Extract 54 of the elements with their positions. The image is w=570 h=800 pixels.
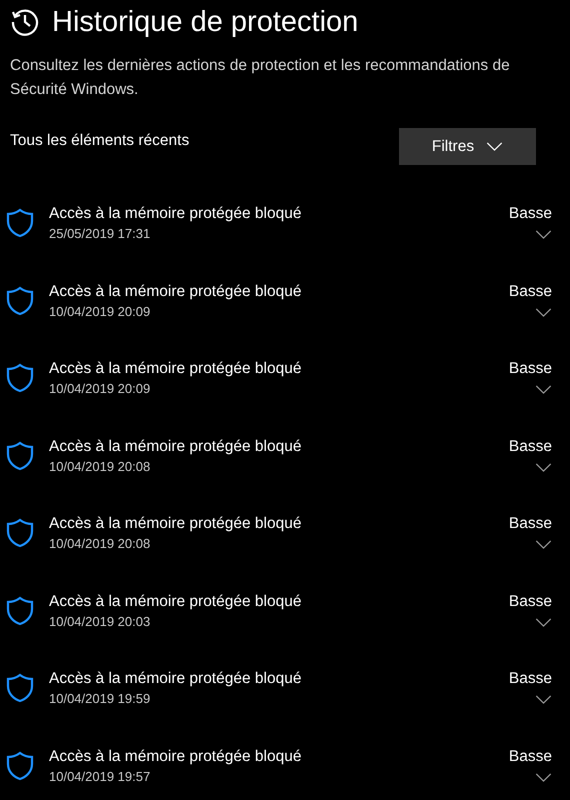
shield-icon xyxy=(6,596,34,626)
severity-label: Basse xyxy=(508,359,552,379)
event-title[interactable]: Accès à la mémoire protégée bloqué xyxy=(49,280,509,302)
severity-label: Basse xyxy=(508,592,552,612)
expand-button[interactable] xyxy=(535,540,552,549)
expand-button[interactable] xyxy=(535,385,552,394)
event-title[interactable]: Accès à la mémoire protégée bloqué xyxy=(49,203,509,225)
event-date: 10/04/2019 19:57 xyxy=(49,768,152,786)
expand-button[interactable] xyxy=(535,772,552,782)
expand-button[interactable] xyxy=(535,618,552,626)
severity-label: Basse xyxy=(508,282,552,302)
page-description: Consultez les dernières actions de protection et les recommandations de Sécurité Windows. xyxy=(9,56,511,100)
shield-icon xyxy=(6,750,34,780)
list-heading: Tous les éléments récents xyxy=(10,130,190,151)
shield-icon xyxy=(6,208,34,238)
severity-label: Basse xyxy=(508,436,552,456)
chevron-down-icon xyxy=(535,308,552,316)
event-title[interactable]: Accès à la mémoire protégée bloqué xyxy=(49,668,509,690)
event-date: 10/04/2019 20:09 xyxy=(49,380,152,398)
expand-button[interactable] xyxy=(535,308,552,316)
shield-icon xyxy=(6,518,34,548)
shield-icon xyxy=(6,440,34,470)
event-date: 10/04/2019 20:03 xyxy=(49,612,152,630)
expand-button[interactable] xyxy=(535,695,552,704)
page-title: Historique de protection xyxy=(52,5,358,40)
shield-icon xyxy=(6,363,34,393)
event-title[interactable]: Accès à la mémoire protégée bloqué xyxy=(49,746,509,768)
shield-icon xyxy=(6,673,34,703)
severity-label: Basse xyxy=(508,514,552,534)
expand-button[interactable] xyxy=(535,230,552,239)
event-date: 10/04/2019 19:59 xyxy=(49,690,152,708)
severity-label: Basse xyxy=(508,204,552,224)
event-date: 25/05/2019 17:31 xyxy=(49,225,152,243)
chevron-down-icon xyxy=(486,142,504,151)
chevron-down-icon xyxy=(535,230,552,239)
chevron-down-icon xyxy=(535,540,552,549)
shield-icon xyxy=(6,286,34,316)
chevron-down-icon xyxy=(535,618,552,626)
event-title[interactable]: Accès à la mémoire protégée bloqué xyxy=(49,590,509,612)
event-title[interactable]: Accès à la mémoire protégée bloqué xyxy=(49,358,509,380)
event-date: 10/04/2019 20:08 xyxy=(49,458,152,476)
event-date: 10/04/2019 20:09 xyxy=(49,302,152,320)
filters-button[interactable]: Filtres xyxy=(399,128,536,165)
event-date: 10/04/2019 20:08 xyxy=(49,535,152,553)
event-title[interactable]: Accès à la mémoire protégée bloqué xyxy=(49,436,509,458)
chevron-down-icon xyxy=(535,462,552,472)
severity-label: Basse xyxy=(508,746,552,766)
history-icon xyxy=(10,7,40,37)
severity-label: Basse xyxy=(508,669,552,689)
event-title[interactable]: Accès à la mémoire protégée bloqué xyxy=(49,513,509,535)
chevron-down-icon xyxy=(535,385,552,394)
chevron-down-icon xyxy=(535,772,552,782)
chevron-down-icon xyxy=(535,695,552,704)
expand-button[interactable] xyxy=(535,462,552,472)
